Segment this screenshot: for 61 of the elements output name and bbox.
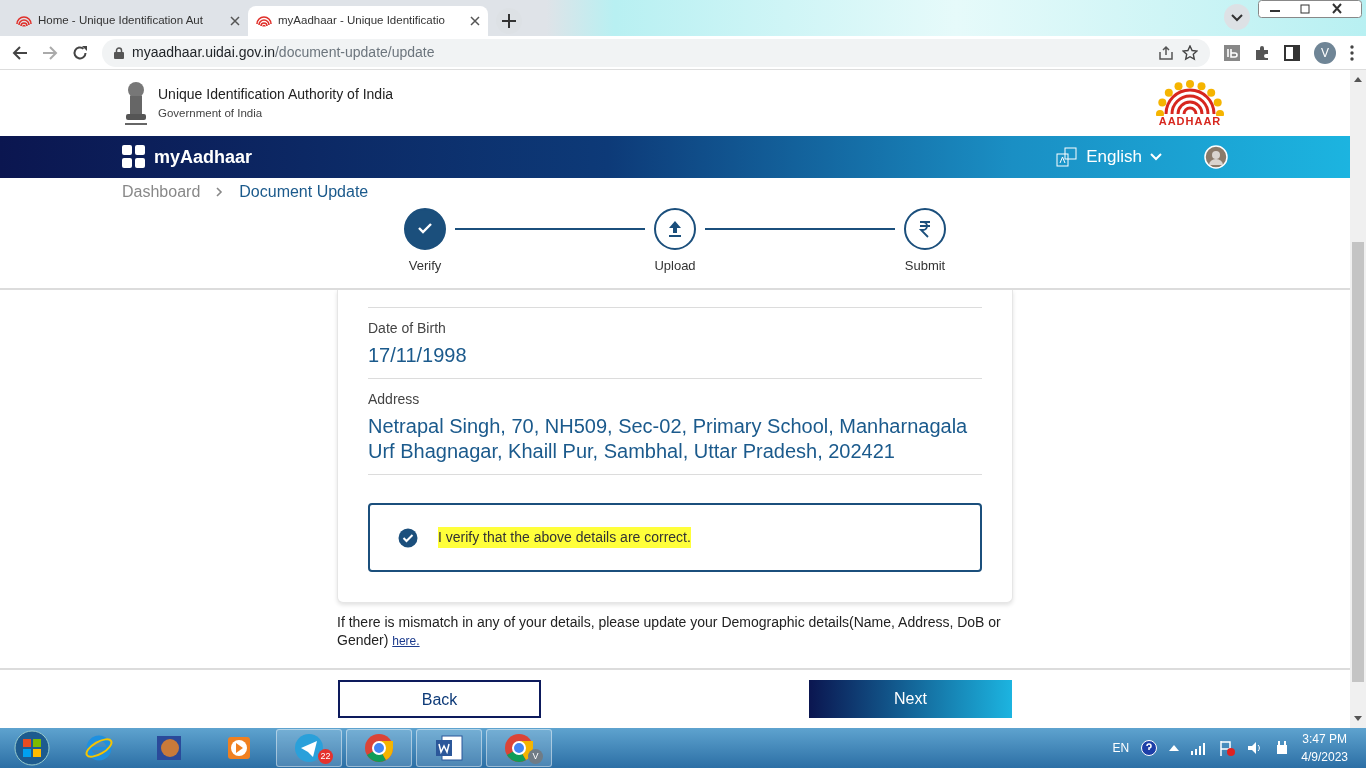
signal-icon[interactable] [1191, 741, 1208, 755]
consent-text: I verify that the above details are correct. [438, 527, 691, 548]
user-avatar[interactable] [1204, 145, 1228, 169]
note-text: If there is mismatch in any of your details, please update your Demographic details(Name, Address, DoB or Gender) here. [337, 613, 1002, 650]
chrome-icon[interactable] [364, 733, 394, 763]
field-value: Netrapal Singh, 70, NH509, Sec-02, Primary School, Manharnagala Urf Bhagnagar, Khaill Pur, Sambhal, Uttar Pradesh, 202421 [368, 414, 969, 464]
share-icon[interactable] [1158, 44, 1174, 61]
scroll-up-icon[interactable] [1354, 76, 1362, 82]
notification-badge: V [528, 749, 543, 764]
flag-error-icon[interactable] [1219, 740, 1236, 756]
side-panel-icon[interactable] [1284, 44, 1300, 61]
org-subtitle: Government of India [158, 105, 264, 121]
brand-name[interactable]: myAadhaar [154, 143, 253, 171]
chevron-down-icon [1150, 153, 1162, 161]
step-label: Submit [904, 257, 946, 275]
power-plug-icon[interactable] [1275, 740, 1290, 756]
breadcrumb-link[interactable]: Document Update [239, 180, 369, 204]
aadhaar-logo: AADHAAR [1152, 79, 1228, 127]
show-hidden-icon[interactable] [1169, 744, 1180, 752]
start-button[interactable] [12, 730, 52, 766]
close-icon[interactable] [470, 16, 480, 26]
checkbox[interactable] [398, 527, 418, 548]
scroll-down-icon[interactable] [1354, 716, 1362, 722]
field-value: 17/11/1998 [368, 343, 468, 368]
clock-date[interactable]: 4/9/2023 [1301, 748, 1348, 766]
browser-tab[interactable]: Home - Unique Identification Aut [8, 6, 248, 36]
puzzle-icon[interactable] [1254, 44, 1270, 61]
next-button[interactable]: Next [809, 680, 1012, 718]
fingerprint-icon [256, 14, 272, 28]
close-icon[interactable] [230, 16, 240, 26]
org-name: Unique Identification Authority of India [158, 84, 394, 104]
lock-icon [114, 46, 124, 59]
field-label: Date of Birth [368, 319, 447, 338]
chrome-icon[interactable] [504, 733, 534, 763]
field-label: Address [368, 390, 421, 409]
back-icon[interactable] [12, 44, 28, 61]
scrollbar[interactable] [1350, 70, 1366, 728]
grid-icon [122, 145, 146, 169]
translate-icon [1056, 147, 1079, 167]
browser-tab[interactable]: myAadhaar - Unique Identificatio [248, 6, 488, 36]
profile-avatar[interactable]: V [1314, 41, 1336, 64]
notification-badge: 22 [318, 749, 333, 764]
address-text: myaadhaar.uidai.gov.in/document-update/update [132, 43, 436, 62]
back-button[interactable]: Back [338, 680, 541, 718]
step-label: Upload [654, 257, 696, 275]
internet-explorer-icon[interactable] [84, 733, 114, 763]
window-controls-icon[interactable] [1258, 0, 1362, 18]
chevron-right-icon [216, 187, 224, 197]
fingerprint-icon [16, 14, 32, 28]
chevron-down-icon[interactable] [1224, 4, 1250, 30]
star-icon[interactable] [1182, 44, 1198, 61]
word-icon[interactable] [434, 733, 464, 763]
help-icon[interactable] [1141, 740, 1158, 756]
here-link[interactable]: here. [392, 634, 420, 649]
address-bar[interactable]: myaadhaar.uidai.gov.in/document-update/update [102, 38, 1210, 67]
step-label: Verify [408, 257, 442, 275]
extension-tile-icon[interactable] [1224, 44, 1240, 61]
breadcrumb-link[interactable]: Dashboard [122, 180, 201, 204]
reload-icon[interactable] [72, 44, 88, 61]
more-icon[interactable] [1350, 44, 1354, 61]
language-indicator[interactable]: EN [1112, 739, 1130, 757]
